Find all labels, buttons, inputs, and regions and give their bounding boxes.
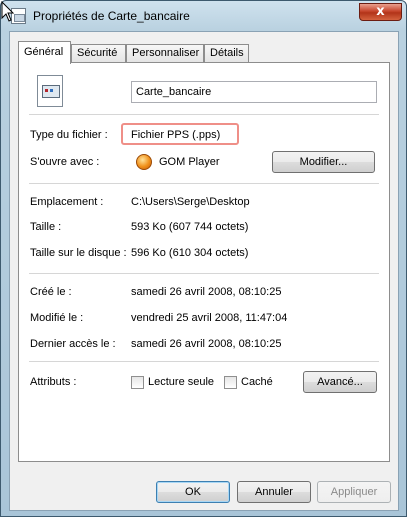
file-name-input[interactable] — [131, 81, 377, 103]
readonly-label[interactable]: Lecture seule — [148, 376, 214, 388]
mouse-pointer-icon — [1, 1, 15, 22]
close-icon: x — [376, 4, 385, 19]
window-title: Propriétés de Carte_bancaire — [33, 9, 190, 23]
pps-file-icon — [37, 75, 63, 107]
modified-label: Modifié le : — [30, 312, 84, 324]
properties-dialog: Propriétés de Carte_bancaire x Général S… — [0, 0, 407, 517]
separator — [29, 361, 379, 362]
tab-details[interactable]: Détails — [204, 44, 249, 63]
size-value: 593 Ko (607 744 octets) — [131, 221, 249, 233]
apply-button[interactable]: Appliquer — [317, 481, 391, 503]
file-type-value: Fichier PPS (.pps) — [131, 129, 221, 141]
gom-player-icon — [136, 154, 152, 170]
created-label: Créé le : — [30, 286, 72, 298]
ok-button[interactable]: OK — [156, 481, 230, 503]
attributes-label: Attributs : — [30, 376, 77, 388]
location-label: Emplacement : — [30, 196, 104, 208]
hidden-checkbox[interactable] — [224, 376, 237, 389]
title-bar[interactable]: Propriétés de Carte_bancaire x — [1, 1, 406, 31]
modify-button[interactable]: Modifier... — [272, 151, 375, 173]
tab-strip: Général Sécurité Personnaliser Détails — [18, 41, 388, 64]
tab-general[interactable]: Général — [18, 41, 71, 64]
accessed-value: samedi 26 avril 2008, 08:10:25 — [131, 338, 282, 350]
readonly-checkbox[interactable] — [131, 376, 144, 389]
location-value: C:\Users\Serge\Desktop — [131, 196, 250, 208]
file-type-label: Type du fichier : — [30, 129, 108, 141]
opens-with-label: S'ouvre avec : — [30, 156, 100, 168]
hidden-label[interactable]: Caché — [241, 376, 273, 388]
created-value: samedi 26 avril 2008, 08:10:25 — [131, 286, 282, 298]
close-button[interactable]: x — [359, 3, 402, 21]
separator — [29, 114, 379, 115]
cancel-button[interactable]: Annuler — [237, 481, 311, 503]
modified-value: vendredi 25 avril 2008, 11:47:04 — [131, 312, 288, 324]
separator — [29, 273, 379, 274]
general-tab-panel: Type du fichier : Fichier PPS (.pps) S'o… — [18, 62, 390, 462]
separator — [29, 183, 379, 184]
dialog-client-area: Général Sécurité Personnaliser Détails T… — [9, 31, 399, 511]
size-on-disk-value: 596 Ko (610 304 octets) — [131, 247, 249, 259]
opens-with-app: GOM Player — [159, 156, 220, 168]
accessed-label: Dernier accès le : — [30, 338, 116, 350]
size-on-disk-label: Taille sur le disque : — [30, 247, 127, 259]
tab-customize[interactable]: Personnaliser — [126, 44, 204, 63]
size-label: Taille : — [30, 221, 62, 233]
advanced-button[interactable]: Avancé... — [303, 371, 377, 393]
tab-security[interactable]: Sécurité — [71, 44, 126, 63]
